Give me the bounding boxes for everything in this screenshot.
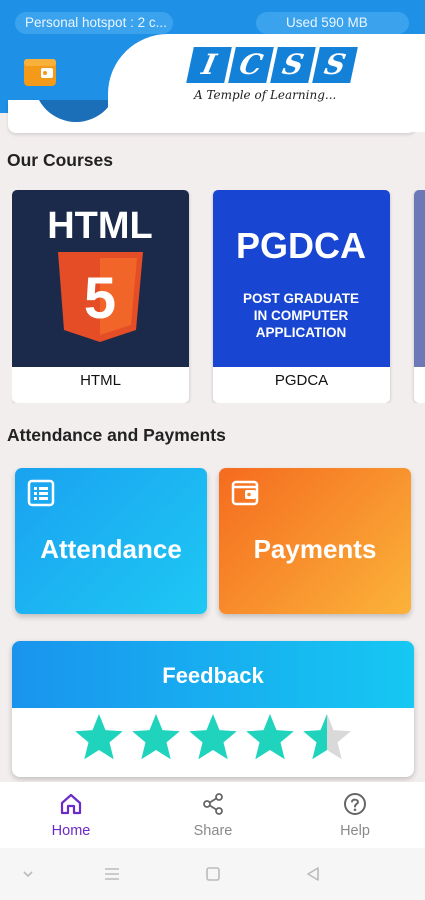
attendance-label: Attendance: [40, 534, 182, 564]
share-icon: [201, 792, 225, 816]
home-icon: [59, 792, 83, 816]
data-usage-status: Used 590 MB: [256, 12, 409, 34]
nav-home[interactable]: Home: [21, 782, 121, 848]
icss-logo: I C S S A Temple of Learning...: [186, 47, 358, 111]
rating-star[interactable]: [189, 714, 237, 760]
thumb-title: HTML: [47, 205, 153, 247]
square-icon[interactable]: [203, 864, 223, 884]
thumb-title: PGDCA: [236, 225, 366, 266]
course-card-html[interactable]: HTML 5 HTML: [12, 190, 189, 403]
chevron-down-icon[interactable]: [18, 864, 38, 884]
thumb-subtext: APPLICATION: [256, 325, 347, 340]
nav-label: Help: [340, 823, 370, 839]
logo-letter: I: [186, 47, 232, 83]
rating-star[interactable]: [303, 714, 351, 760]
attendance-section-title: Attendance and Payments: [7, 425, 226, 445]
nav-help[interactable]: Help: [305, 782, 405, 848]
course-card-pgdca[interactable]: PGDCA POST GRADUATE IN COMPUTER APPLICAT…: [213, 190, 390, 403]
courses-carousel[interactable]: HTML 5 HTML PGDCA POST GRADUATE IN COMPU…: [12, 190, 425, 403]
logo-letter: C: [228, 47, 274, 83]
back-triangle-icon[interactable]: [303, 864, 323, 884]
nav-label: Share: [193, 823, 233, 839]
star-rating[interactable]: [74, 713, 364, 763]
thumb-subtext: IN COMPUTER: [254, 308, 349, 323]
system-navigation-bar: [0, 848, 425, 900]
payments-label: Payments: [253, 534, 377, 564]
feedback-title: Feedback: [162, 663, 264, 688]
rating-star[interactable]: [75, 714, 123, 760]
logo-letter: S: [312, 47, 358, 83]
html5-badge: 5: [84, 266, 116, 331]
attendance-button[interactable]: Attendance: [15, 468, 207, 614]
rating-star[interactable]: [132, 714, 180, 760]
feedback-card[interactable]: Feedback: [12, 641, 414, 777]
hotspot-status: Personal hotspot : 2 c...: [15, 12, 173, 34]
rating-star[interactable]: [246, 714, 294, 760]
feedback-header: Feedback: [12, 641, 414, 708]
nav-share[interactable]: Share: [163, 782, 263, 848]
menu-icon[interactable]: [102, 864, 122, 884]
wallet-icon[interactable]: [22, 56, 58, 88]
list-icon: [27, 479, 55, 507]
avatar: [34, 100, 118, 122]
nav-label: Home: [51, 823, 91, 839]
logo-letter: S: [270, 47, 316, 83]
help-icon: [343, 792, 367, 816]
logo-tagline: A Temple of Learning...: [194, 88, 337, 102]
courses-section-title: Our Courses: [7, 150, 113, 170]
course-name: PGDCA: [274, 372, 329, 389]
course-thumbnail: HTML 5: [12, 190, 189, 367]
wallet-icon: [231, 479, 259, 507]
course-thumbnail: [414, 190, 425, 367]
bottom-navigation: Home Share Help: [0, 782, 425, 848]
course-thumbnail: PGDCA POST GRADUATE IN COMPUTER APPLICAT…: [213, 190, 390, 367]
course-name: HTML: [80, 372, 121, 389]
payments-button[interactable]: Payments: [219, 468, 411, 614]
thumb-subtext: POST GRADUATE: [243, 291, 359, 306]
course-card-next[interactable]: [414, 190, 425, 403]
